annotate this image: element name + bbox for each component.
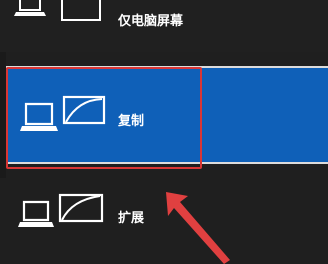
extend-icon: [18, 192, 108, 240]
option-label: 扩展: [118, 211, 145, 226]
option-duplicate[interactable]: 复制: [6, 66, 328, 164]
pc-screen-only-icon: [14, 0, 114, 30]
duplicate-icon: [18, 94, 114, 142]
option-pc-screen-only[interactable]: 仅电脑屏幕: [0, 0, 328, 52]
red-arrow-icon: [160, 186, 240, 264]
option-label: 复制: [118, 114, 145, 129]
project-menu-panel: 仅电脑屏幕 复制 扩展: [0, 0, 328, 264]
option-label: 仅电脑屏幕: [118, 14, 184, 29]
